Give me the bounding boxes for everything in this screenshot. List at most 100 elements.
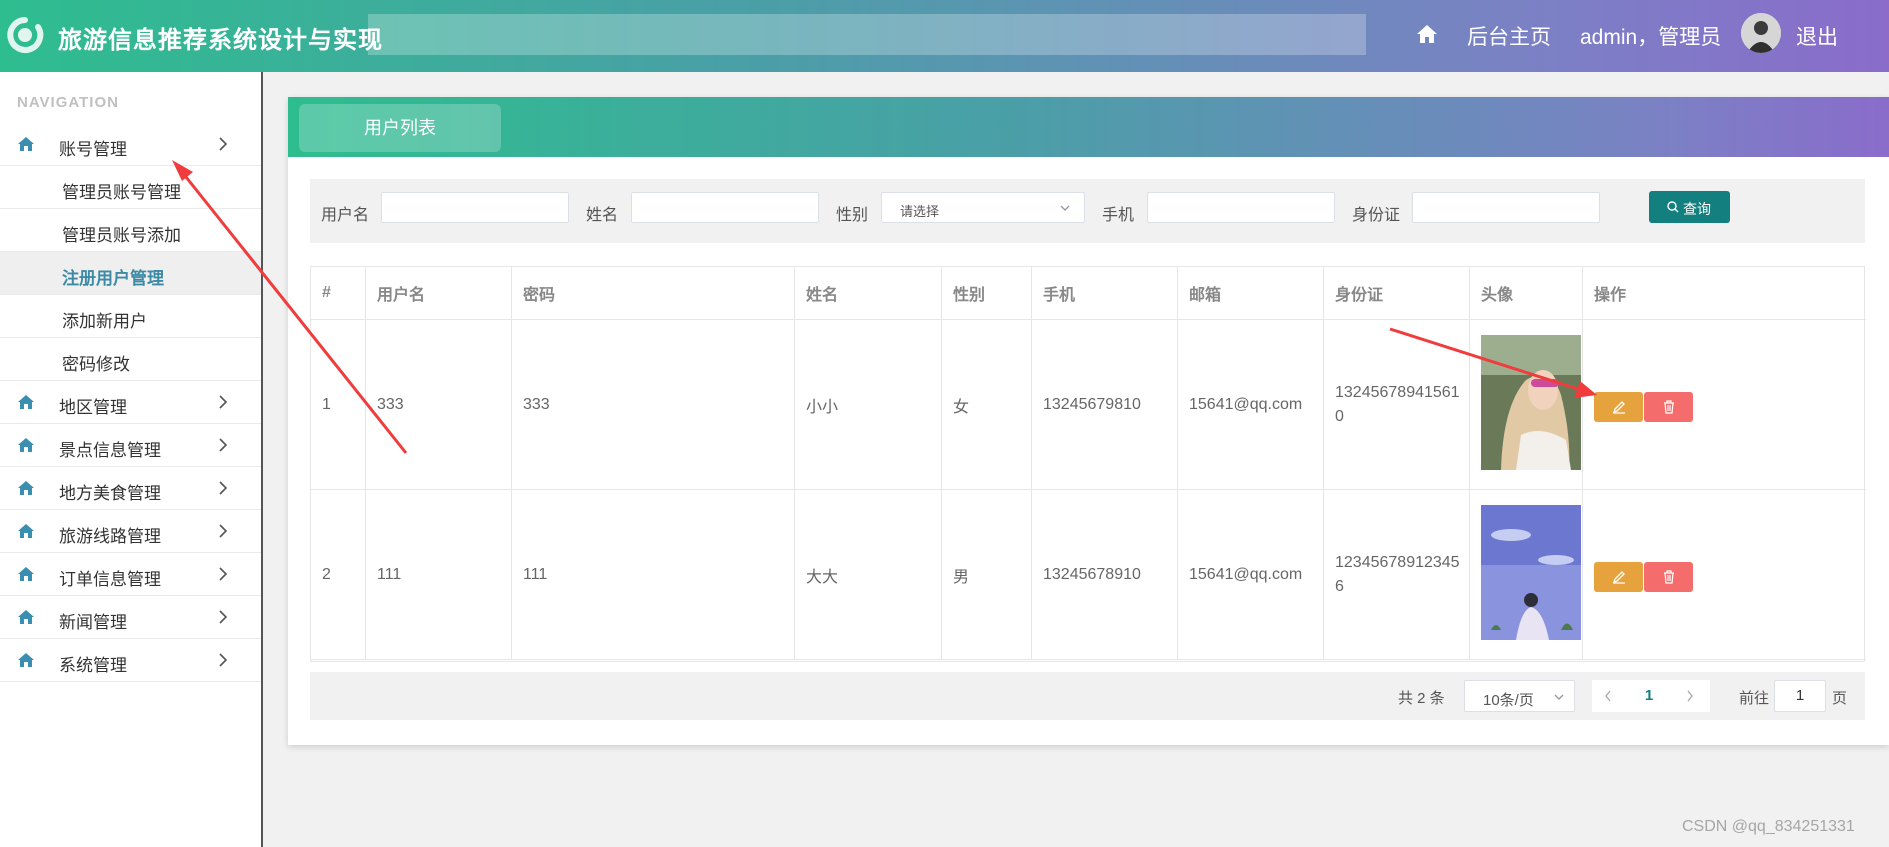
table-cell: 132456789415610 [1324, 320, 1470, 489]
header-search-bar[interactable] [368, 14, 1366, 55]
table-row: 1 333 333 小小 女 13245679810 15641@qq.com … [311, 320, 1866, 490]
gender-select-value: 请选择 [900, 204, 940, 219]
name-label: 姓名 [586, 207, 619, 224]
sidebar-item-orders[interactable]: 订单信息管理 [0, 553, 261, 596]
table-row: 2 111 111 大大 男 13245678910 15641@qq.com … [311, 490, 1866, 660]
gender-select[interactable]: 请选择 [881, 192, 1085, 223]
username-label: 用户名 [321, 207, 370, 224]
pagination: 共 2 条 10条/页 1 前往 1 页 [310, 672, 1865, 720]
phone-label: 手机 [1102, 207, 1135, 224]
chevron-down-icon [1554, 694, 1564, 700]
top-header: 旅游信息推荐系统设计与实现 后台主页 admin，管理员 退出 [0, 0, 1889, 72]
sidebar-item-account[interactable]: 账号管理 [0, 123, 261, 166]
sidebar-item-news[interactable]: 新闻管理 [0, 596, 261, 639]
query-button-label: 查询 [1683, 201, 1711, 217]
home-icon [18, 567, 34, 581]
logout-link[interactable]: 退出 [1796, 21, 1838, 51]
goto-page-input[interactable]: 1 [1774, 680, 1826, 712]
home-icon[interactable] [1416, 24, 1438, 44]
sidebar-subitem-label: 密码修改 [62, 355, 130, 374]
sidebar-item-label: 地方美食管理 [59, 484, 161, 503]
chevron-right-icon [1687, 690, 1693, 702]
column-header: 密码 [512, 267, 795, 319]
table-cell: 大大 [795, 490, 942, 659]
column-header: 头像 [1470, 267, 1583, 319]
table-cell: 男 [942, 490, 1032, 659]
table-cell: 2 [311, 490, 366, 659]
chevron-left-icon [1605, 690, 1611, 702]
search-icon [1667, 201, 1679, 213]
table-cell: 13245679810 [1032, 320, 1178, 489]
table-cell [1470, 490, 1583, 659]
watermark: CSDN @qq_834251331 [1682, 818, 1855, 835]
name-input[interactable] [631, 192, 819, 223]
table-cell-actions [1583, 320, 1866, 489]
page-number[interactable]: 1 [1624, 680, 1674, 712]
chevron-right-icon [219, 438, 228, 452]
table-cell: 333 [512, 320, 795, 489]
column-header: 身份证 [1324, 267, 1470, 319]
tab-user-list[interactable]: 用户列表 [299, 104, 501, 152]
delete-button[interactable] [1644, 392, 1693, 422]
column-header: # [311, 267, 366, 319]
chevron-right-icon [219, 524, 228, 538]
table-cell [1470, 320, 1583, 489]
sidebar-subitem-registered-users[interactable]: 注册用户管理 [0, 252, 261, 295]
phone-input[interactable] [1147, 192, 1335, 223]
pencil-icon [1612, 401, 1625, 414]
prev-page-button[interactable] [1592, 680, 1624, 712]
chevron-right-icon [219, 610, 228, 624]
next-page-button[interactable] [1674, 680, 1710, 712]
page-size-select[interactable]: 10条/页 [1464, 680, 1575, 712]
table-header-row: # 用户名 密码 姓名 性别 手机 邮箱 身份证 头像 操作 [311, 267, 1866, 320]
home-icon [18, 610, 34, 624]
user-avatar-photo [1481, 505, 1581, 640]
username-input[interactable] [381, 192, 569, 223]
sidebar-subitem-label: 管理员账号管理 [62, 183, 181, 202]
sidebar-item-system[interactable]: 系统管理 [0, 639, 261, 682]
pencil-icon [1612, 571, 1625, 584]
table-cell: 15641@qq.com [1178, 490, 1324, 659]
idcard-input[interactable] [1412, 192, 1600, 223]
avatar[interactable] [1741, 13, 1781, 53]
chevron-down-icon [1060, 205, 1070, 211]
avatar-image [1741, 13, 1781, 53]
sidebar-item-label: 新闻管理 [59, 613, 127, 632]
user-list-panel: 用户列表 用户名 姓名 性别 请选择 手机 身份证 查询 # 用户名 密码 姓名… [288, 97, 1889, 745]
sidebar-item-label: 系统管理 [59, 656, 127, 675]
admin-home-link[interactable]: 后台主页 [1467, 21, 1551, 51]
sidebar-item-local-food[interactable]: 地方美食管理 [0, 467, 261, 510]
table-cell: 15641@qq.com [1178, 320, 1324, 489]
chevron-right-icon [219, 653, 228, 667]
chevron-right-icon [219, 395, 228, 409]
column-header: 手机 [1032, 267, 1178, 319]
table-cell: 13245678910 [1032, 490, 1178, 659]
sidebar-subitem-add-user[interactable]: 添加新用户 [0, 295, 261, 338]
sidebar-item-attractions[interactable]: 景点信息管理 [0, 424, 261, 467]
sidebar-item-label: 订单信息管理 [59, 570, 161, 589]
user-avatar-photo [1481, 335, 1581, 470]
edit-button[interactable] [1594, 392, 1643, 422]
table-cell-actions [1583, 490, 1866, 659]
sidebar-subitem-change-password[interactable]: 密码修改 [0, 338, 261, 381]
sidebar-item-routes[interactable]: 旅游线路管理 [0, 510, 261, 553]
delete-button[interactable] [1644, 562, 1693, 592]
column-header: 性别 [942, 267, 1032, 319]
current-user-label: admin，管理员 [1580, 26, 1722, 49]
query-button[interactable]: 查询 [1649, 191, 1730, 223]
home-icon [18, 438, 34, 452]
sidebar-item-region[interactable]: 地区管理 [0, 381, 261, 424]
column-header: 邮箱 [1178, 267, 1324, 319]
sidebar-subitem-label: 注册用户管理 [62, 269, 164, 288]
sidebar-item-label: 景点信息管理 [59, 441, 161, 460]
column-header: 姓名 [795, 267, 942, 319]
table-cell: 123456789123456 [1324, 490, 1470, 659]
sidebar-subitem-admin-accounts[interactable]: 管理员账号管理 [0, 166, 261, 209]
edit-button[interactable] [1594, 562, 1643, 592]
home-icon [18, 395, 34, 409]
sidebar-subitem-add-admin[interactable]: 管理员账号添加 [0, 209, 261, 252]
column-header: 操作 [1594, 287, 1627, 304]
app-title: 旅游信息推荐系统设计与实现 [58, 27, 383, 54]
home-icon [18, 653, 34, 667]
idcard-label: 身份证 [1352, 207, 1401, 224]
